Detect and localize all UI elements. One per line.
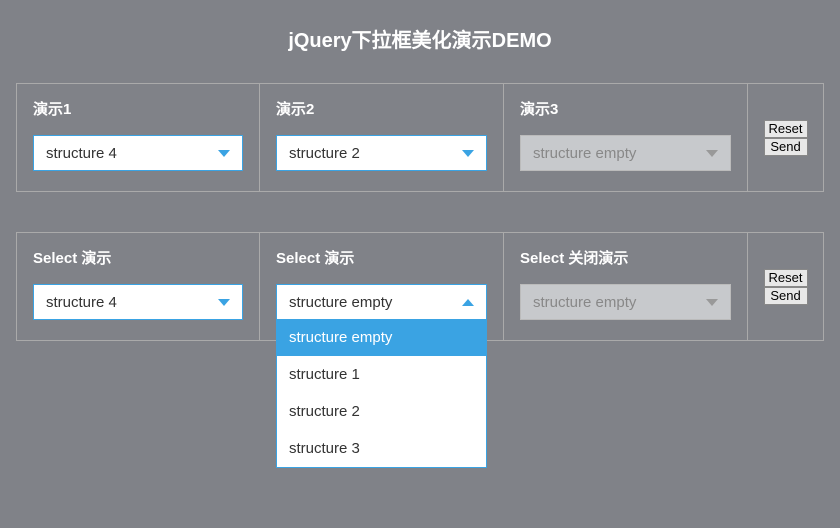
dropdown-value: structure 2	[289, 145, 462, 162]
chevron-down-icon	[706, 150, 718, 157]
page-title: jQuery下拉框美化演示DEMO	[16, 24, 824, 53]
demo-cell-3: 演示3 structure empty	[504, 83, 748, 192]
demo-row-2: Select 演示 structure 4 Select 演示 structur…	[16, 232, 824, 341]
select-cell-3: Select 关闭演示 structure empty	[504, 232, 748, 341]
dropdown-option[interactable]: structure empty	[277, 319, 486, 356]
dropdown-option[interactable]: structure 2	[277, 393, 486, 430]
dropdown-select2-open[interactable]: structure empty structure empty structur…	[276, 284, 487, 320]
dropdown-options-list: structure empty structure 1 structure 2 …	[276, 319, 487, 468]
demo-label: 演示3	[520, 98, 731, 119]
dropdown-value: structure 4	[46, 294, 218, 311]
select-cell-2: Select 演示 structure empty structure empt…	[260, 232, 504, 341]
select-label: Select 演示	[33, 247, 243, 268]
demo-cell-2: 演示2 structure 2	[260, 83, 504, 192]
chevron-down-icon	[706, 299, 718, 306]
select-cell-1: Select 演示 structure 4	[16, 232, 260, 341]
chevron-down-icon	[462, 150, 474, 157]
dropdown-value: structure empty	[533, 145, 706, 162]
dropdown-option[interactable]: structure 3	[277, 430, 486, 467]
chevron-down-icon	[218, 299, 230, 306]
dropdown-select3-disabled: structure empty	[520, 284, 731, 320]
dropdown-value: structure empty	[533, 294, 706, 311]
send-button[interactable]: Send	[764, 287, 808, 305]
dropdown-value: structure empty	[289, 294, 462, 311]
dropdown-demo3-disabled: structure empty	[520, 135, 731, 171]
send-button[interactable]: Send	[764, 138, 808, 156]
select-label: Select 关闭演示	[520, 247, 731, 268]
dropdown-demo2[interactable]: structure 2	[276, 135, 487, 171]
select-label: Select 演示	[276, 247, 487, 268]
demo-label: 演示2	[276, 98, 487, 119]
dropdown-value: structure 4	[46, 145, 218, 162]
dropdown-select1[interactable]: structure 4	[33, 284, 243, 320]
actions-cell: Reset Send	[748, 83, 824, 192]
reset-button[interactable]: Reset	[764, 120, 808, 138]
actions-cell: Reset Send	[748, 232, 824, 341]
demo-label: 演示1	[33, 98, 243, 119]
demo-row-1: 演示1 structure 4 演示2 structure 2 演示3 stru…	[16, 83, 824, 192]
dropdown-demo1[interactable]: structure 4	[33, 135, 243, 171]
chevron-up-icon	[462, 299, 474, 306]
dropdown-option[interactable]: structure 1	[277, 356, 486, 393]
chevron-down-icon	[218, 150, 230, 157]
demo-cell-1: 演示1 structure 4	[16, 83, 260, 192]
reset-button[interactable]: Reset	[764, 269, 808, 287]
